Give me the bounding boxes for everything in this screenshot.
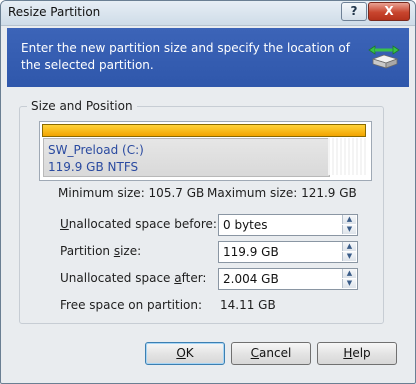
spin-down-icon[interactable]: ▼ [342,225,356,234]
ok-button[interactable]: OK [145,342,225,365]
unallocated-after-label: Unallocated space after: [60,271,207,285]
title-help-button[interactable]: ? [341,2,367,21]
free-space-value: 14.11 GB [220,298,276,312]
spin-up-icon[interactable]: ▲ [342,215,356,224]
banner-instructions: Enter the new partition size and specify… [21,41,350,72]
unallocated-before-input[interactable] [223,218,339,232]
spin-down-icon[interactable]: ▼ [342,279,356,288]
resize-partition-dialog: Resize Partition ? X Enter the new parti… [0,0,416,384]
help-button[interactable]: Help [317,342,397,365]
group-legend: Size and Position [27,99,137,113]
partition-resize-icon [368,45,400,69]
window-title: Resize Partition [8,5,101,19]
maximum-size: Maximum size: 121.9 GB [207,186,357,200]
partition-size-spinbox[interactable]: ▲ ▼ [218,241,358,263]
unallocated-before-label: Unallocated space before: [60,217,217,231]
cancel-button[interactable]: Cancel [231,342,311,365]
partition-name: SW_Preload (C:) [48,143,144,157]
free-space-label: Free space on partition: [60,298,203,312]
spin-down-icon[interactable]: ▼ [342,252,356,261]
close-button[interactable]: X [368,2,410,21]
unallocated-before-spinbox[interactable]: ▲ ▼ [218,214,358,236]
spin-up-icon[interactable]: ▲ [342,269,356,278]
partition-size-label: Partition size: [60,244,142,258]
title-bar[interactable]: Resize Partition ? X [1,1,415,26]
close-icon: X [384,4,394,18]
partition-info: 119.9 GB NTFS [48,160,139,174]
unallocated-after-input[interactable] [223,272,339,286]
spin-up-icon[interactable]: ▲ [342,242,356,251]
unallocated-after-spinbox[interactable]: ▲ ▼ [218,268,358,290]
question-icon: ? [350,4,358,18]
minimum-size: Minimum size: 105.7 GB [58,186,205,200]
partition-usage-bar[interactable] [42,124,366,137]
partition-size-input[interactable] [223,245,339,259]
header-banner: Enter the new partition size and specify… [7,28,409,87]
unallocated-area[interactable] [328,138,366,175]
